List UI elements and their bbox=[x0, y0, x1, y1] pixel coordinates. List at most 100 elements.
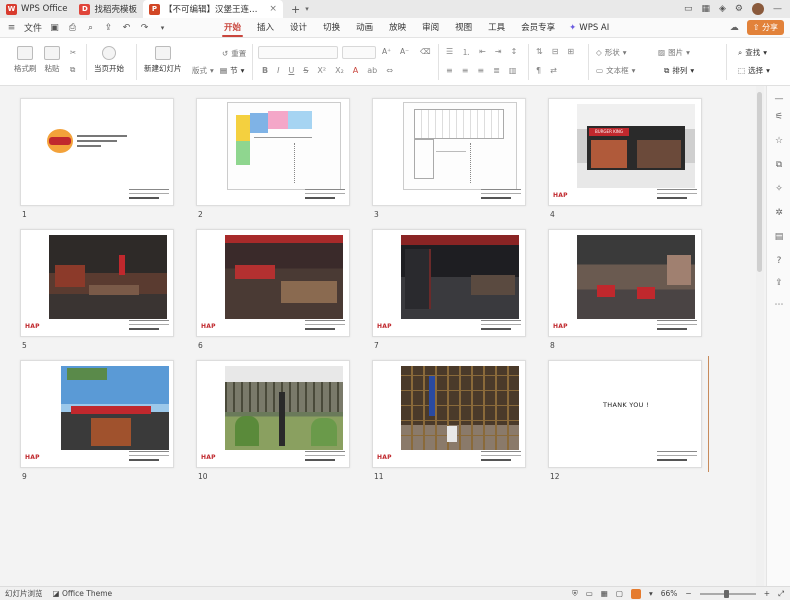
animation-icon[interactable]: ✧ bbox=[774, 184, 784, 194]
section-button[interactable]: ▤ 节 ▾ bbox=[220, 65, 244, 76]
star-icon[interactable]: ☆ bbox=[774, 136, 784, 146]
menu-slideshow[interactable]: 放映 bbox=[381, 18, 414, 38]
window-icon[interactable]: ▭ bbox=[684, 4, 693, 14]
justify-icon[interactable]: ≣ bbox=[493, 66, 500, 75]
number-list-icon[interactable]: ⒈ bbox=[462, 47, 470, 58]
slide-thumbnail[interactable]: HAP bbox=[196, 360, 350, 468]
align-center-icon[interactable]: ≡ bbox=[462, 66, 469, 75]
slide-thumbnail[interactable]: HAP bbox=[20, 360, 174, 468]
skin-icon[interactable]: ◈ bbox=[719, 4, 726, 14]
menu-view[interactable]: 视图 bbox=[447, 18, 480, 38]
copy-icon[interactable]: ⧉ bbox=[774, 160, 784, 170]
font-shrink-icon[interactable]: A⁻ bbox=[400, 47, 409, 56]
scroll-thumb[interactable] bbox=[757, 92, 762, 272]
slide-thumbnail[interactable]: HAP bbox=[548, 229, 702, 337]
line-spacing-icon[interactable]: ↕ bbox=[511, 47, 518, 58]
help-icon[interactable]: ? bbox=[774, 256, 784, 266]
format-painter-button[interactable]: 格式刷 bbox=[14, 46, 37, 74]
grid-icon[interactable]: ▦ bbox=[701, 4, 710, 14]
minimize-icon[interactable]: — bbox=[773, 4, 782, 14]
columns-icon[interactable]: ▥ bbox=[509, 66, 517, 75]
menu-review[interactable]: 审阅 bbox=[414, 18, 447, 38]
bold-icon[interactable]: B bbox=[262, 66, 268, 75]
save-icon[interactable]: ▣ bbox=[49, 23, 60, 33]
shape-button[interactable]: ◇ 形状 ▾ bbox=[596, 47, 627, 58]
superscript-icon[interactable]: X² bbox=[317, 66, 326, 75]
smartart-icon[interactable]: ⊞ bbox=[567, 47, 574, 56]
strikethrough-icon[interactable]: S bbox=[303, 66, 308, 75]
slide-thumbnail[interactable] bbox=[196, 98, 350, 206]
properties-icon[interactable]: ⚟ bbox=[774, 112, 784, 122]
fit-window-icon[interactable]: ⤢ bbox=[778, 589, 784, 599]
align-text-icon[interactable]: ⊟ bbox=[552, 47, 559, 56]
shield-icon[interactable]: ⛨ bbox=[572, 589, 578, 599]
tab-document[interactable]: P 【不可编辑】汉堡王连锁快餐... × bbox=[142, 0, 283, 18]
notes-icon[interactable]: ▤ bbox=[774, 232, 784, 242]
slide-thumbnail[interactable]: HAP bbox=[372, 360, 526, 468]
menu-design[interactable]: 设计 bbox=[282, 18, 315, 38]
copy-icon[interactable]: ⧉ bbox=[70, 65, 75, 75]
select-button[interactable]: ⬚ 选择 ▾ bbox=[738, 65, 770, 76]
undo-icon[interactable]: ↶ bbox=[121, 23, 132, 33]
menu-member[interactable]: 会员专享 bbox=[513, 18, 563, 38]
print-icon[interactable]: ⎙ bbox=[67, 23, 78, 33]
slideshow-icon[interactable] bbox=[630, 588, 641, 599]
paste-button[interactable]: 粘贴 bbox=[44, 46, 60, 74]
align-right-icon[interactable]: ≡ bbox=[477, 66, 484, 75]
convert-icon[interactable]: ⇄ bbox=[550, 66, 557, 75]
zoom-out-icon[interactable]: − bbox=[685, 589, 691, 598]
play-from-current-button[interactable]: 当页开始 bbox=[94, 46, 124, 74]
collapse-icon[interactable]: — bbox=[774, 94, 784, 104]
transition-icon[interactable]: ✲ bbox=[774, 208, 784, 218]
text-direction-icon[interactable]: ⇅ bbox=[536, 47, 543, 56]
italic-icon[interactable]: I bbox=[277, 66, 279, 75]
more-icon[interactable]: ⋯ bbox=[774, 300, 784, 310]
share-icon[interactable]: ⇪ bbox=[774, 278, 784, 288]
slide-thumbnail[interactable] bbox=[372, 98, 526, 206]
menu-animation[interactable]: 动画 bbox=[348, 18, 381, 38]
slide-thumbnail[interactable] bbox=[20, 98, 174, 206]
clear-format-icon[interactable]: ⌫ bbox=[420, 47, 431, 56]
wps-ai-button[interactable]: ✦ WPS AI bbox=[569, 23, 609, 33]
cloud-icon[interactable]: ☁ bbox=[730, 23, 739, 33]
font-size-select[interactable] bbox=[342, 46, 376, 59]
chevron-down-icon[interactable]: ▾ bbox=[157, 24, 168, 32]
redo-icon[interactable]: ↷ bbox=[139, 23, 150, 33]
reset-button[interactable]: ↺ 重置 bbox=[222, 48, 246, 59]
font-family-select[interactable] bbox=[258, 46, 338, 59]
zoom-value[interactable]: 66% bbox=[661, 589, 678, 598]
zoom-slider-knob[interactable] bbox=[723, 589, 729, 598]
underline-icon[interactable]: U bbox=[288, 66, 294, 75]
indent-increase-icon[interactable]: ⇥ bbox=[495, 47, 502, 58]
bullet-list-icon[interactable]: ☰ bbox=[446, 47, 453, 58]
menu-transition[interactable]: 切换 bbox=[315, 18, 348, 38]
theme-indicator[interactable]: ◪ Office Theme bbox=[53, 589, 113, 598]
slide-thumbnail-selected[interactable]: THANK YOU ! bbox=[548, 360, 702, 468]
tab-wps-office[interactable]: W WPS Office bbox=[0, 0, 73, 18]
tab-template[interactable]: D 找稻壳模板 bbox=[73, 0, 143, 18]
textbox-button[interactable]: ▭ 文本框 ▾ bbox=[596, 65, 635, 76]
picture-button[interactable]: ▨ 图片 ▾ bbox=[658, 47, 690, 58]
char-spacing-icon[interactable]: ⇔ bbox=[386, 66, 393, 75]
menu-home[interactable]: 开始 bbox=[216, 18, 249, 38]
slide-thumbnail[interactable]: HAP bbox=[196, 229, 350, 337]
subscript-icon[interactable]: X₂ bbox=[335, 66, 344, 75]
close-tab-icon[interactable]: × bbox=[269, 4, 277, 14]
align-left-icon[interactable]: ≡ bbox=[446, 66, 453, 75]
cut-icon[interactable]: ✂ bbox=[70, 48, 76, 57]
slide-thumbnail[interactable]: HAP bbox=[372, 229, 526, 337]
highlight-icon[interactable]: ab bbox=[367, 66, 377, 75]
vertical-scrollbar[interactable] bbox=[756, 86, 764, 586]
avatar[interactable] bbox=[752, 3, 764, 15]
font-grow-icon[interactable]: A⁺ bbox=[382, 47, 391, 56]
font-color-icon[interactable]: A bbox=[353, 66, 358, 75]
grid-view-icon[interactable]: ▦ bbox=[601, 589, 608, 598]
slide-thumbnail[interactable]: BURGER KING HAP bbox=[548, 98, 702, 206]
normal-view-icon[interactable]: ▭ bbox=[586, 589, 593, 598]
zoom-in-icon[interactable]: + bbox=[764, 589, 770, 598]
slide-thumbnail[interactable]: HAP bbox=[20, 229, 174, 337]
paragraph-icon[interactable]: ¶ bbox=[536, 66, 541, 75]
search-icon[interactable]: ⌕ bbox=[85, 23, 96, 33]
hamburger-icon[interactable]: ≡ bbox=[6, 23, 17, 33]
zoom-slider[interactable] bbox=[699, 589, 756, 598]
